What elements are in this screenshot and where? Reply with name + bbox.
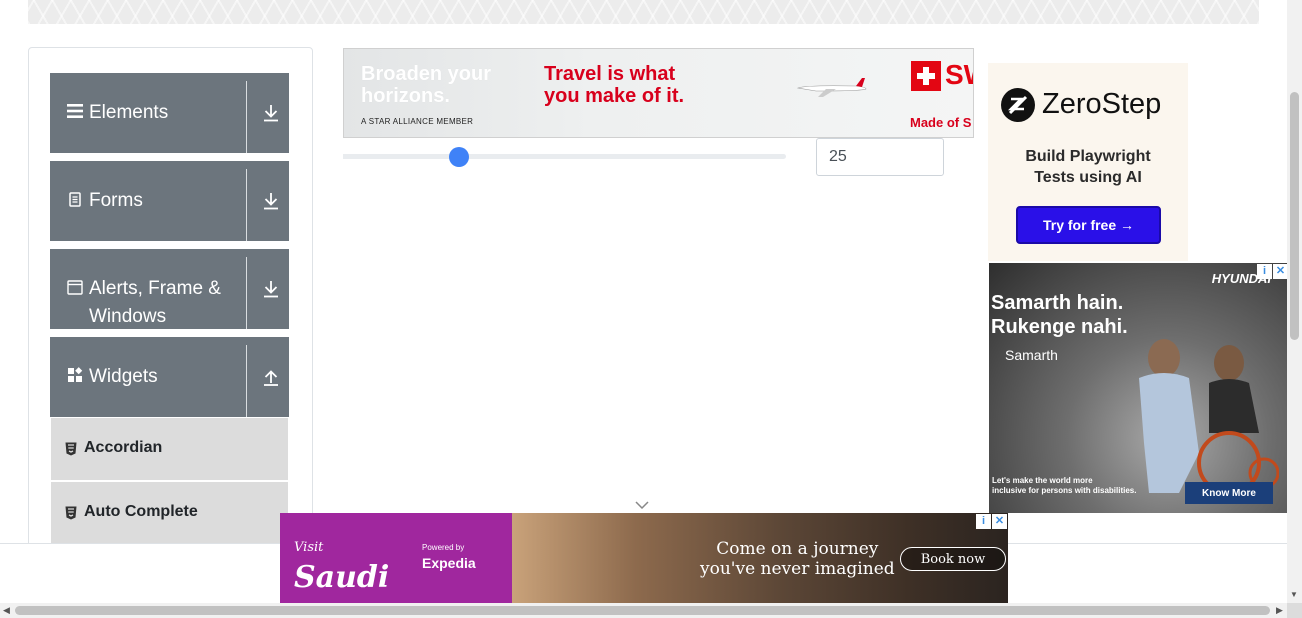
- upload-arrow-icon[interactable]: [262, 367, 280, 387]
- scroll-down-arrow-icon[interactable]: ▼: [1290, 590, 1298, 599]
- download-arrow-icon[interactable]: [262, 279, 280, 299]
- html5-icon: [65, 442, 78, 456]
- group-header-forms[interactable]: Forms: [50, 161, 289, 241]
- menu-item-label: Accordian: [84, 439, 163, 456]
- hyundai-footer-line: inclusive for persons with disabilities.: [992, 486, 1137, 495]
- ad-headline-left: Broaden your horizons.: [361, 63, 491, 107]
- html5-icon: [65, 506, 78, 520]
- try-for-free-button[interactable]: Try for free →: [1016, 206, 1161, 244]
- menu-item-label: Auto Complete: [84, 503, 198, 520]
- ad-photo: [1109, 303, 1280, 503]
- scroll-left-arrow-icon[interactable]: ◀: [3, 605, 10, 616]
- widgets-icon: [67, 367, 83, 383]
- saudi-brand-panel: Visit Saudi Powered by Expedia: [280, 513, 512, 603]
- zerostep-sub-line: Tests using AI: [1034, 169, 1142, 186]
- saudi-word: Saudi: [294, 560, 390, 595]
- hyundai-footer: Let's make the world more inclusive for …: [992, 476, 1136, 496]
- samarth-logo: Samarth: [1005, 347, 1058, 363]
- hyundai-footer-line: Let's make the world more: [992, 476, 1093, 485]
- alliance-text: A STAR ALLIANCE MEMBER: [361, 117, 474, 126]
- scroll-right-arrow-icon[interactable]: ▶: [1276, 605, 1283, 616]
- zerostep-sub-line: Build Playwright: [1025, 148, 1151, 165]
- ad-close-icon[interactable]: ✕: [1273, 264, 1288, 279]
- scrollbar-corner: [1287, 603, 1302, 618]
- zerostep-ad[interactable]: ZeroStep Build Playwright Tests using AI…: [988, 63, 1188, 261]
- ad-close-icon[interactable]: ✕: [992, 514, 1007, 529]
- ad-headline-right: Travel is what you make of it.: [544, 63, 684, 107]
- scrollbar-thumb[interactable]: [15, 606, 1270, 615]
- window-icon: [67, 279, 83, 295]
- hyundai-headline: Samarth hain. Rukenge nahi.: [991, 291, 1128, 339]
- saudi-tagline: Come on a journey you've never imagined: [700, 539, 895, 579]
- slider-value-input[interactable]: [816, 138, 944, 176]
- vertical-scrollbar[interactable]: ▼: [1287, 0, 1302, 603]
- menu-item-auto-complete[interactable]: Auto Complete: [51, 482, 288, 544]
- hyundai-headline-line: Rukenge nahi.: [991, 316, 1128, 338]
- divider: [246, 81, 247, 153]
- menu-item-accordian[interactable]: Accordian: [51, 418, 288, 480]
- visit-word: Visit: [294, 540, 324, 555]
- ad-info-icon[interactable]: i: [976, 514, 991, 529]
- range-slider-track[interactable]: [343, 154, 786, 159]
- left-nav-panel: Elements Forms Alerts, Frame & Windows W…: [28, 47, 313, 567]
- visit-saudi-logo: Visit Saudi: [294, 533, 389, 593]
- ad-headline-line: Broaden your: [361, 63, 492, 85]
- range-slider-thumb[interactable]: [448, 147, 469, 167]
- zerostep-logo-icon: [1000, 87, 1036, 123]
- divider: [246, 345, 247, 417]
- horizontal-scrollbar[interactable]: ◀ ▶: [0, 603, 1287, 618]
- download-arrow-icon[interactable]: [262, 191, 280, 211]
- saudi-tagline-line: you've never imagined: [700, 559, 895, 579]
- saudi-tagline-line: Come on a journey: [716, 539, 879, 559]
- ad-tagline: Made of S: [910, 115, 972, 130]
- hyundai-headline-line: Samarth hain.: [991, 292, 1124, 314]
- group-label: Alerts, Frame & Windows: [89, 278, 221, 327]
- group-header-widgets[interactable]: Widgets: [50, 337, 289, 417]
- powered-by-text: Powered by: [422, 543, 465, 552]
- group-header-elements[interactable]: Elements: [50, 73, 289, 153]
- ad-headline-line: horizons.: [361, 85, 450, 107]
- zerostep-subtitle: Build Playwright Tests using AI: [988, 146, 1188, 188]
- swiss-ad-banner[interactable]: Broaden your horizons. A STAR ALLIANCE M…: [343, 48, 974, 138]
- hyundai-ad[interactable]: HYUNDAI Samarth hain. Rukenge nahi. Sama…: [989, 263, 1287, 513]
- ad-headline-line: Travel is what: [544, 63, 676, 85]
- group-header-alerts[interactable]: Alerts, Frame & Windows: [50, 249, 289, 329]
- group-label: Forms: [89, 190, 143, 211]
- airplane-icon: [796, 77, 868, 104]
- hamburger-icon: [67, 103, 83, 119]
- ad-controls: i ✕: [1257, 264, 1288, 279]
- group-label: Widgets: [89, 366, 158, 387]
- divider: [246, 169, 247, 241]
- visit-saudi-ad[interactable]: Visit Saudi Powered by Expedia Come on a…: [280, 513, 1008, 603]
- scrollbar-thumb[interactable]: [1290, 92, 1299, 340]
- zerostep-name: ZeroStep: [1042, 88, 1162, 120]
- slider-fill: [343, 154, 454, 159]
- ad-controls: i ✕: [976, 514, 1007, 529]
- group-label: Elements: [89, 102, 169, 123]
- document-icon: [67, 191, 83, 207]
- ad-headline-line: you make of it.: [544, 85, 685, 107]
- expedia-logo: Expedia: [422, 555, 476, 571]
- top-ad-strip: [28, 0, 1259, 24]
- ad-brand: SW: [945, 59, 973, 90]
- know-more-button[interactable]: Know More: [1185, 482, 1273, 504]
- book-now-button[interactable]: Book now: [900, 547, 1006, 571]
- ad-info-icon[interactable]: i: [1257, 264, 1272, 279]
- swiss-flag-icon: [911, 61, 941, 91]
- download-arrow-icon[interactable]: [262, 103, 280, 123]
- divider: [246, 257, 247, 329]
